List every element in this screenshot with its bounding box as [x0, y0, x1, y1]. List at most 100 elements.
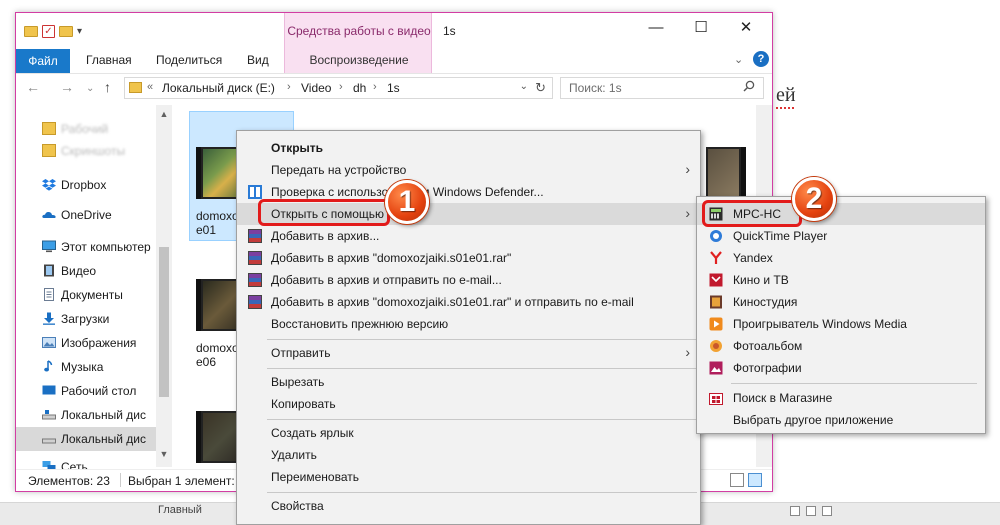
tab-view[interactable]: Вид — [247, 53, 269, 67]
nav-item-drive-1[interactable]: Локальный дис — [16, 403, 156, 427]
video-icon — [44, 264, 54, 277]
nav-scrollbar[interactable]: ▲ ▼ — [156, 105, 172, 467]
background-view-icon — [806, 506, 816, 516]
app-item-yandex[interactable]: Yandex — [697, 247, 985, 269]
menu-item-cut[interactable]: Вырезать — [237, 371, 700, 393]
overflow-icon[interactable]: « — [147, 81, 153, 93]
nav-item-desktop[interactable]: Рабочий стол — [16, 379, 156, 403]
minimize-button[interactable]: — — [634, 13, 678, 43]
recent-locations-icon[interactable]: ⌄ — [86, 83, 94, 94]
up-icon[interactable]: ↑ — [104, 79, 111, 95]
breadcrumb-sep[interactable]: › — [373, 81, 377, 93]
scroll-thumb[interactable] — [159, 247, 169, 397]
details-view-icon[interactable] — [730, 473, 744, 487]
tab-share[interactable]: Поделиться — [156, 53, 222, 67]
scroll-down-icon[interactable]: ▼ — [156, 449, 172, 459]
menu-item-restore-version[interactable]: Восстановить прежнюю версию — [237, 313, 700, 335]
context-menu: Открыть Передать на устройство › Проверк… — [236, 130, 701, 525]
open-with-submenu: MPC-HC QuickTime Player Yandex Кино и ТВ — [696, 196, 986, 434]
menu-item-archive-email[interactable]: Добавить в архив и отправить по e-mail..… — [237, 269, 700, 291]
drive-icon — [42, 410, 56, 420]
breadcrumb-sep[interactable]: › — [287, 81, 291, 93]
windows-defender-icon — [248, 185, 262, 199]
refresh-icon[interactable]: ↻ — [535, 80, 546, 96]
nav-item-this-pc[interactable]: Этот компьютер — [16, 235, 156, 259]
search-box[interactable]: Поиск: 1s — [560, 77, 764, 99]
winrar-icon — [248, 251, 262, 265]
address-bar[interactable]: « Локальный диск (E:) › Video › dh › 1s … — [124, 77, 553, 99]
close-button[interactable]: ✕ — [724, 13, 768, 43]
menu-item-copy[interactable]: Копировать — [237, 393, 700, 415]
breadcrumb-1s[interactable]: 1s — [387, 81, 400, 95]
movie-maker-icon — [710, 295, 722, 309]
menu-item-create-shortcut[interactable]: Создать ярлык — [237, 422, 700, 444]
nav-item-music[interactable]: Музыка — [16, 355, 156, 379]
nav-item-drive-2[interactable]: Локальный дис — [16, 427, 156, 451]
file-name: domoxo e06 — [196, 341, 239, 369]
nav-label: Рабочий — [61, 122, 109, 136]
app-item-choose-other[interactable]: Выбрать другое приложение — [697, 409, 985, 431]
nav-item-video[interactable]: Видео — [16, 259, 156, 283]
tab-file[interactable]: Файл — [16, 49, 70, 73]
nav-item-blurred-2[interactable]: Скриншоты — [16, 139, 156, 163]
menu-item-delete[interactable]: Удалить — [237, 444, 700, 466]
menu-separator — [267, 339, 697, 340]
quick-access-toolbar: ✓ ▾ — [24, 22, 82, 40]
tab-home[interactable]: Главная — [86, 53, 132, 67]
drive-icon — [42, 438, 56, 444]
menu-item-open[interactable]: Открыть — [237, 137, 700, 159]
scroll-up-icon[interactable]: ▲ — [156, 109, 172, 119]
new-folder-icon[interactable] — [59, 25, 73, 37]
breadcrumb-video[interactable]: Video — [301, 81, 331, 95]
nav-label: OneDrive — [61, 208, 112, 222]
store-icon — [709, 393, 723, 405]
video-tools-title: Средства работы с видео — [287, 24, 431, 38]
tab-playback[interactable]: Воспроизведение — [285, 53, 433, 67]
winrar-icon — [248, 229, 262, 243]
status-item-count: Элементов: 23 — [28, 474, 110, 488]
breadcrumb-sep[interactable]: › — [339, 81, 343, 93]
ribbon-expand-icon[interactable]: ⌄ — [734, 53, 743, 66]
customize-toolbar-icon[interactable]: ▾ — [77, 26, 82, 37]
breadcrumb-dh[interactable]: dh — [353, 81, 366, 95]
background-status-text: Главный — [158, 504, 202, 516]
onedrive-icon — [42, 211, 56, 218]
nav-item-documents[interactable]: Документы — [16, 283, 156, 307]
app-item-movies-tv[interactable]: Кино и ТВ — [697, 269, 985, 291]
app-item-photos[interactable]: Фотографии — [697, 357, 985, 379]
app-item-windows-media[interactable]: Проигрыватель Windows Media — [697, 313, 985, 335]
background-doc-text: ей — [776, 84, 796, 106]
folder-icon — [42, 144, 56, 157]
folder-icon[interactable] — [24, 25, 38, 37]
nav-item-pictures[interactable]: Изображения — [16, 331, 156, 355]
menu-item-cast-to-device[interactable]: Передать на устройство › — [237, 159, 700, 181]
menu-item-rar-email[interactable]: Добавить в архив "domoxozjaiki.s01e01.ra… — [237, 291, 700, 313]
menu-item-add-to-rar[interactable]: Добавить в архив "domoxozjaiki.s01e01.ra… — [237, 247, 700, 269]
menu-item-rename[interactable]: Переименовать — [237, 466, 700, 488]
status-divider — [120, 473, 121, 487]
nav-item-dropbox[interactable]: Dropbox — [16, 173, 156, 197]
app-item-store-search[interactable]: Поиск в Магазине — [697, 387, 985, 409]
large-icons-view-icon[interactable] — [748, 473, 762, 487]
maximize-button[interactable]: ☐ — [679, 13, 723, 43]
address-dropdown-icon[interactable]: ⌄ — [520, 81, 528, 92]
app-item-movie-maker[interactable]: Киностудия — [697, 291, 985, 313]
properties-icon[interactable]: ✓ — [42, 24, 55, 38]
back-icon[interactable]: ← — [26, 79, 40, 95]
movies-tv-icon — [709, 273, 723, 287]
nav-item-onedrive[interactable]: OneDrive — [16, 203, 156, 227]
menu-item-send-to[interactable]: Отправить › — [237, 342, 700, 364]
app-item-quicktime[interactable]: QuickTime Player — [697, 225, 985, 247]
menu-item-add-to-archive[interactable]: Добавить в архив... — [237, 225, 700, 247]
nav-item-downloads[interactable]: Загрузки — [16, 307, 156, 331]
winrar-icon — [248, 295, 262, 309]
screenshot-stage: ей Главный ✓ ▾ 1s — ☐ ✕ Средства работы … — [0, 0, 1000, 525]
help-icon[interactable]: ? — [753, 51, 769, 67]
forward-icon[interactable]: → — [60, 79, 74, 95]
app-item-photo-gallery[interactable]: Фотоальбом — [697, 335, 985, 357]
video-thumbnail-partial[interactable] — [706, 147, 746, 199]
menu-item-properties[interactable]: Свойства — [237, 495, 700, 517]
submenu-arrow-icon: › — [685, 344, 690, 360]
nav-item-blurred-1[interactable]: Рабочий — [16, 117, 156, 141]
breadcrumb-drive[interactable]: Локальный диск (E:) — [162, 81, 275, 95]
